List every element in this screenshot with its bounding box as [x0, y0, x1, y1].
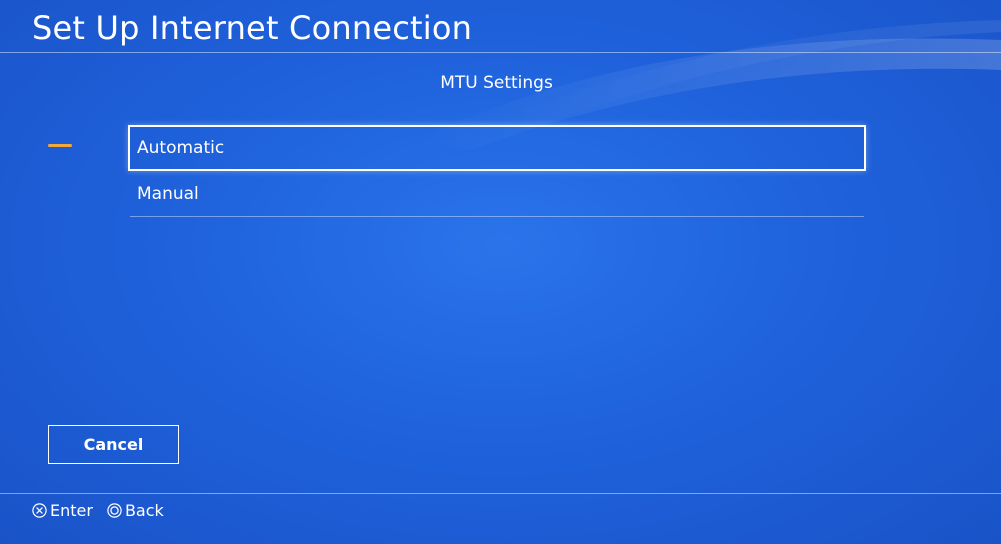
cross-button-icon	[32, 502, 47, 518]
hint-label: Enter	[50, 500, 93, 520]
footer-divider	[0, 493, 1001, 494]
hint-enter: Enter	[32, 501, 93, 520]
page-title: Set Up Internet Connection	[32, 9, 473, 47]
button-hints: Enter Back	[32, 498, 178, 522]
mtu-options-list: Automatic Manual	[128, 125, 866, 217]
focus-indicator	[48, 144, 72, 147]
option-manual[interactable]: Manual	[130, 171, 864, 217]
cancel-button[interactable]: Cancel	[48, 425, 179, 464]
option-automatic[interactable]: Automatic	[128, 125, 866, 171]
section-title: MTU Settings	[440, 73, 553, 93]
option-label: Automatic	[137, 138, 225, 158]
circle-button-icon	[107, 502, 122, 518]
header-divider	[0, 52, 1001, 53]
option-label: Manual	[137, 184, 199, 204]
hint-label: Back	[124, 500, 164, 520]
hint-back: Back	[107, 501, 164, 520]
